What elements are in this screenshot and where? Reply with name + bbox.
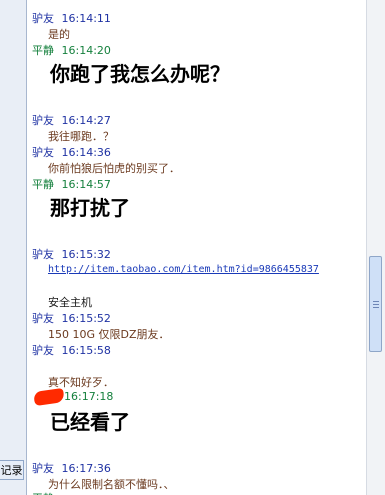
timestamp: 16:15:32 [61,248,111,261]
timestamp: 16:17:36 [61,462,111,475]
sender-name: 驴友 [32,12,54,25]
sender-name: 驴友 [32,344,54,357]
chat-scrollbar[interactable] [366,0,385,495]
message-header: 平静 [32,490,54,495]
sender-name: 平静 [32,44,54,57]
product-link[interactable]: http://item.taobao.com/item.htm?id=98664… [30,264,319,275]
message-header: 驴友 16:14:36 [32,144,111,160]
timestamp: 16:14:27 [61,114,111,127]
message-text-large: 已经看了 [50,410,130,434]
grip-line [373,307,379,308]
chat-transcript: 驴友 16:14:11 是的 平静 16:14:20 你跑了我怎么办呢？ 驴友 … [30,0,366,495]
sender-name: 驴友 [32,312,54,325]
message-text: 150 10G 仅限DZ朋友． [48,328,170,341]
grip-line [373,304,379,305]
left-panel-strip [0,0,27,495]
message-text: 我往哪跑．？ [48,130,114,143]
message-text-large: 那打扰了 [50,196,130,220]
timestamp: 16:14:57 [61,178,111,191]
chat-history-tab[interactable]: 记录 [0,460,24,480]
message-text: 是的 [48,28,70,41]
message-text: 你前怕狼后怕虎的别买了． [48,162,180,175]
sender-name: 驴友 [32,146,54,159]
timestamp: 16:15:58 [61,344,111,357]
timestamp: 16:14:11 [61,12,111,25]
message-header: 16:17:18 [64,390,113,403]
scrollbar-thumb[interactable] [369,256,382,352]
sender-name: 驴友 [32,462,54,475]
timestamp: 16:14:20 [61,44,111,57]
sender-name: 驴友 [32,248,54,261]
grip-line [373,301,379,302]
timestamp: 16:15:52 [61,312,111,325]
message-header: 平静 16:14:20 [32,42,111,58]
message-header: 驴友 16:17:36 [32,460,111,476]
message-header: 驴友 16:15:52 [32,310,111,326]
message-text-large: 你跑了我怎么办呢？ [50,62,230,86]
message-text: 安全主机 [48,296,92,309]
message-header: 驴友 16:15:58 [32,342,111,358]
sender-name: 平静 [32,178,54,191]
timestamp: 16:14:36 [61,146,111,159]
message-header: 驴友 16:14:27 [32,112,111,128]
sender-name: 驴友 [32,114,54,127]
message-text: 真不知好歹． [48,376,114,389]
message-header: 驴友 16:15:32 [32,246,111,262]
timestamp: 16:17:18 [64,390,114,403]
message-header: 平静 16:14:57 [32,176,111,192]
message-header: 驴友 16:14:11 [32,10,111,26]
